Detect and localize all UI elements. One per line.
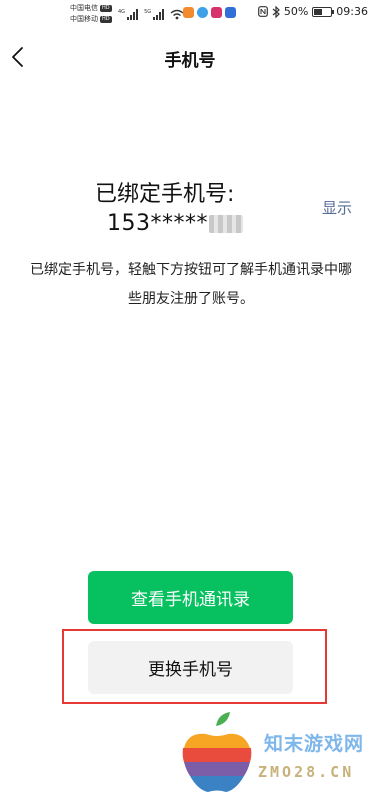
app-notification-icon [211, 7, 222, 18]
carrier-1-name: 中国电信 [70, 4, 98, 12]
change-number-button[interactable]: 更换手机号 [88, 641, 293, 694]
phone-number-text: 153***** [107, 211, 208, 236]
nfc-icon [257, 6, 268, 17]
signal-2-icon: 5G [144, 9, 165, 20]
watermark-text-cn: 知末游戏网 [264, 733, 365, 755]
watermark-logo-icon [182, 712, 252, 792]
battery-level-fill [314, 8, 323, 15]
page-title: 手机号 [164, 51, 216, 71]
network-type-label: 4G [118, 9, 126, 15]
description-text: 已绑定手机号，轻触下方按钮可了解手机通讯录中哪些朋友注册了账号。 [30, 262, 352, 307]
app-notification-icon [197, 7, 208, 18]
app-notification-icon [183, 7, 194, 18]
phone-blur-mosaic [209, 215, 243, 233]
carrier-2-name: 中国移动 [70, 15, 98, 23]
notification-icons [183, 7, 236, 18]
status-bar: 中国电信 HD 中国移动 HD 4G 5G 50% 09:36 [0, 0, 380, 30]
clock: 09:36 [336, 5, 368, 18]
app-notification-icon [225, 7, 236, 18]
network-type-label: 5G [144, 9, 152, 15]
hd-badge: HD [100, 5, 112, 12]
carrier-info: 中国电信 HD 中国移动 HD [70, 3, 112, 25]
signal-area: 4G 5G [118, 6, 184, 20]
bound-phone-label: 已绑定手机号: [95, 182, 235, 207]
battery-icon [312, 6, 335, 17]
signal-1-icon: 4G [118, 9, 139, 20]
bound-phone-number: 153***** [107, 211, 243, 236]
system-status: 50% 09:36 [257, 5, 368, 18]
watermark-text-en: ZMO28.CN [258, 763, 355, 781]
hd-badge: HD [100, 16, 112, 23]
bluetooth-icon [272, 5, 280, 18]
battery-percent: 50% [283, 5, 309, 18]
show-number-link[interactable]: 显示 [322, 197, 352, 218]
view-contacts-button[interactable]: 查看手机通讯录 [88, 571, 293, 624]
nav-header: 手机号 [0, 38, 380, 78]
